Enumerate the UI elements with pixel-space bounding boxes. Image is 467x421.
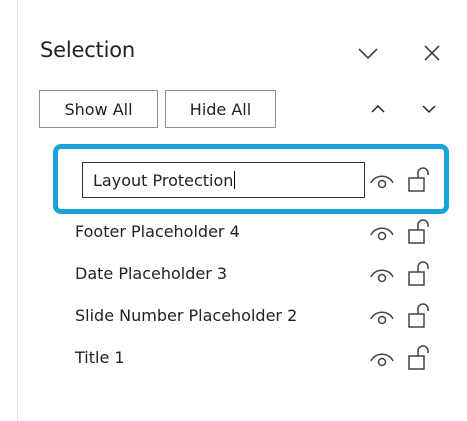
list-item[interactable]: Layout Protection: [68, 162, 438, 200]
list-item-label: Slide Number Placeholder 2: [75, 306, 298, 325]
list-item[interactable]: Slide Number Placeholder 2: [68, 298, 438, 336]
eye-icon[interactable]: [369, 306, 395, 328]
unlock-icon[interactable]: [407, 301, 431, 329]
send-backward-button[interactable]: [410, 90, 448, 128]
list-item-label: Title 1: [75, 348, 125, 367]
list-item[interactable]: Date Placeholder 3: [68, 256, 438, 294]
list-item[interactable]: Title 1: [68, 340, 438, 378]
pane-title: Selection: [40, 38, 135, 62]
eye-icon[interactable]: [369, 264, 395, 286]
selection-pane: Selection Show All Hide All Layout Prote…: [17, 0, 467, 421]
show-all-button[interactable]: Show All: [39, 90, 158, 128]
list-item-label: Footer Placeholder 4: [75, 222, 240, 241]
close-icon[interactable]: [419, 40, 445, 66]
hide-all-button[interactable]: Hide All: [165, 90, 276, 128]
text-caret: [234, 171, 236, 189]
chevron-up-icon: [371, 104, 385, 113]
eye-icon[interactable]: [369, 170, 395, 192]
bring-forward-button[interactable]: [359, 90, 397, 128]
chevron-down-icon: [422, 105, 436, 114]
pane-options-chevron-down-icon[interactable]: [355, 40, 381, 66]
unlock-icon[interactable]: [407, 343, 431, 371]
list-item-label: Date Placeholder 3: [75, 264, 228, 283]
rename-input-value: Layout Protection: [93, 171, 234, 190]
unlock-icon[interactable]: [407, 259, 431, 287]
unlock-icon[interactable]: [407, 165, 431, 193]
eye-icon[interactable]: [369, 222, 395, 244]
rename-input[interactable]: Layout Protection: [82, 162, 365, 198]
eye-icon[interactable]: [369, 348, 395, 370]
list-item[interactable]: Footer Placeholder 4: [68, 214, 438, 252]
unlock-icon[interactable]: [407, 217, 431, 245]
